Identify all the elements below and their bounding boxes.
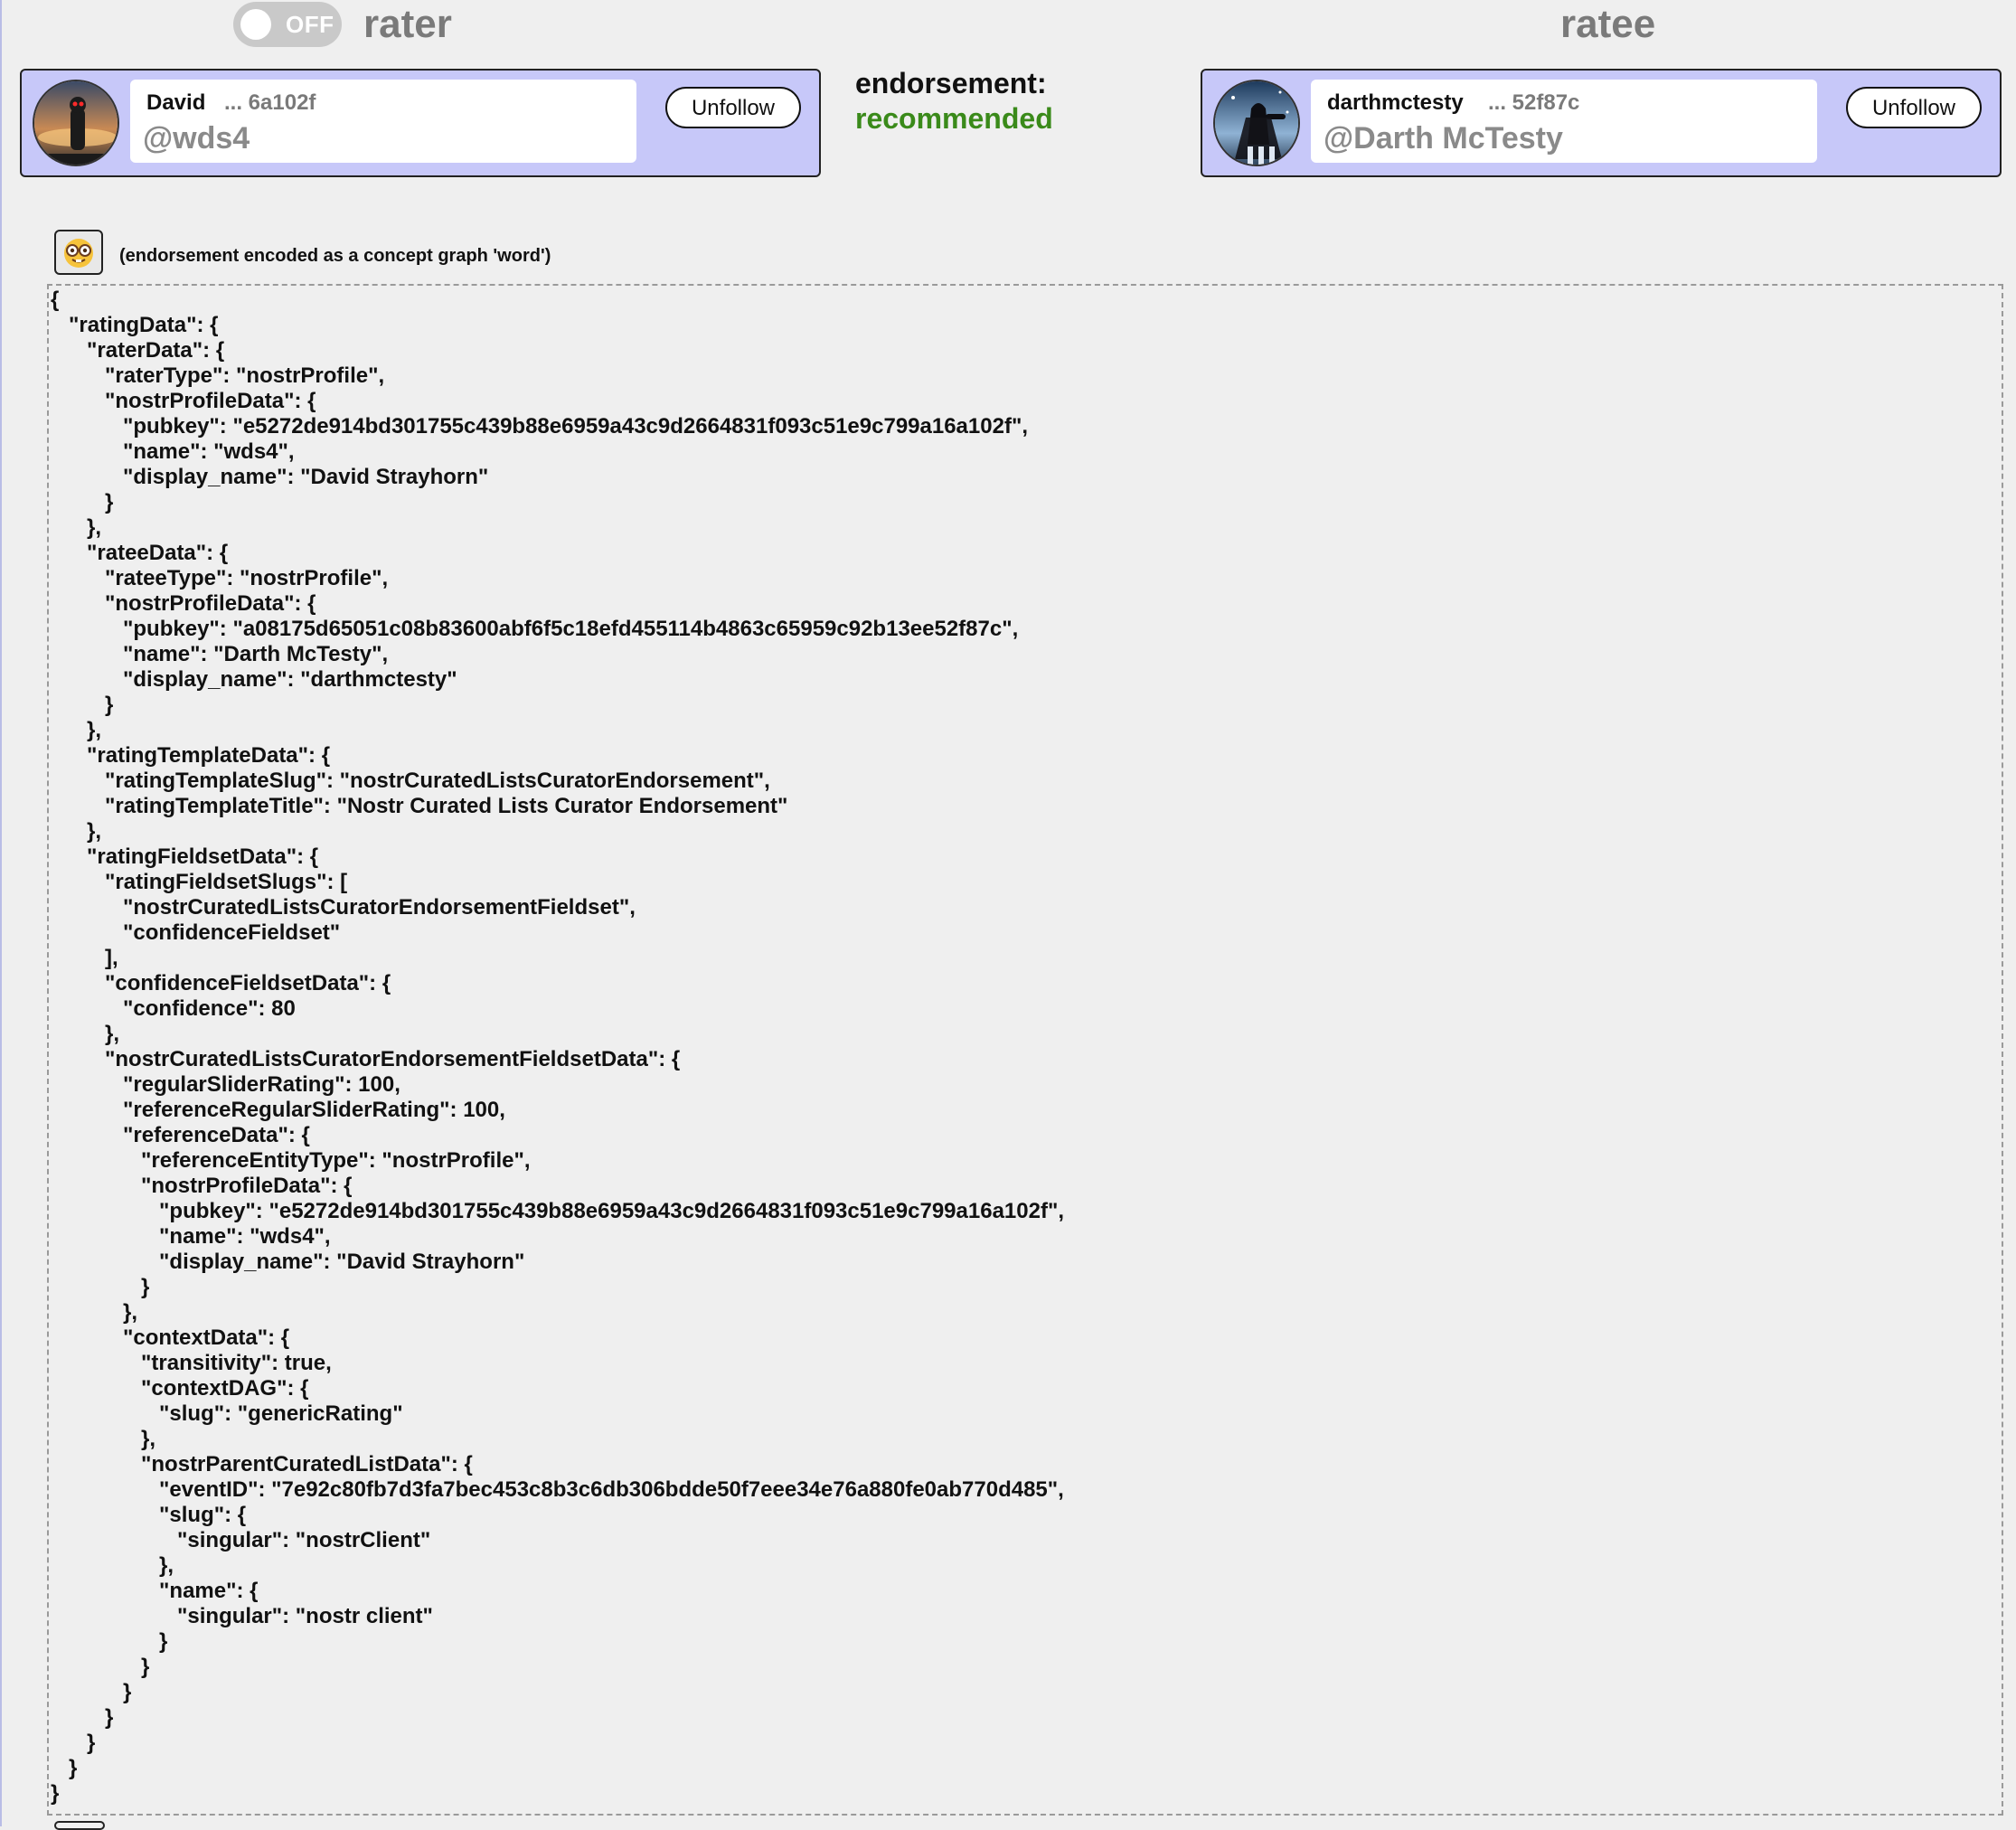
- rater-name: David: [146, 90, 206, 115]
- mode-toggle[interactable]: OFF: [233, 2, 342, 47]
- endorsement-label: endorsement:: [855, 67, 1047, 99]
- endorsement-status: endorsement: recommended: [855, 67, 1053, 136]
- endorsement-json: { "ratingData": { "raterData": { "raterT…: [51, 288, 1064, 1806]
- rater-heading: rater: [363, 2, 452, 46]
- rater-card: David ... 6a102f @wds4 Unfollow: [20, 69, 821, 177]
- concept-graph-caption: (endorsement encoded as a concept graph …: [119, 246, 551, 266]
- toggle-label: OFF: [286, 11, 334, 38]
- rater-namebox: David ... 6a102f @wds4: [130, 80, 636, 163]
- toggle-knob: [240, 9, 271, 40]
- avatar[interactable]: [33, 80, 119, 166]
- next-button-edge[interactable]: [54, 1821, 105, 1830]
- ratee-handle[interactable]: @Darth McTesty: [1324, 121, 1563, 156]
- rater-pubkey-short: ... 6a102f: [224, 90, 316, 115]
- ratee-name: darthmctesty: [1327, 90, 1464, 115]
- rater-unfollow-button[interactable]: Unfollow: [665, 87, 801, 128]
- nerd-face-icon: [64, 239, 93, 268]
- endorsement-value: recommended: [855, 102, 1053, 135]
- concept-graph-toggle-button[interactable]: [54, 230, 103, 275]
- ratee-unfollow-button[interactable]: Unfollow: [1846, 87, 1982, 128]
- rater-handle[interactable]: @wds4: [143, 121, 250, 156]
- ratee-card: darthmctesty ... 52f87c @Darth McTesty U…: [1201, 69, 2002, 177]
- ratee-heading: ratee: [1560, 2, 1656, 46]
- left-border: [0, 0, 2, 1826]
- ratee-namebox: darthmctesty ... 52f87c @Darth McTesty: [1311, 80, 1817, 163]
- ratee-pubkey-short: ... 52f87c: [1488, 90, 1580, 115]
- avatar[interactable]: [1213, 80, 1300, 166]
